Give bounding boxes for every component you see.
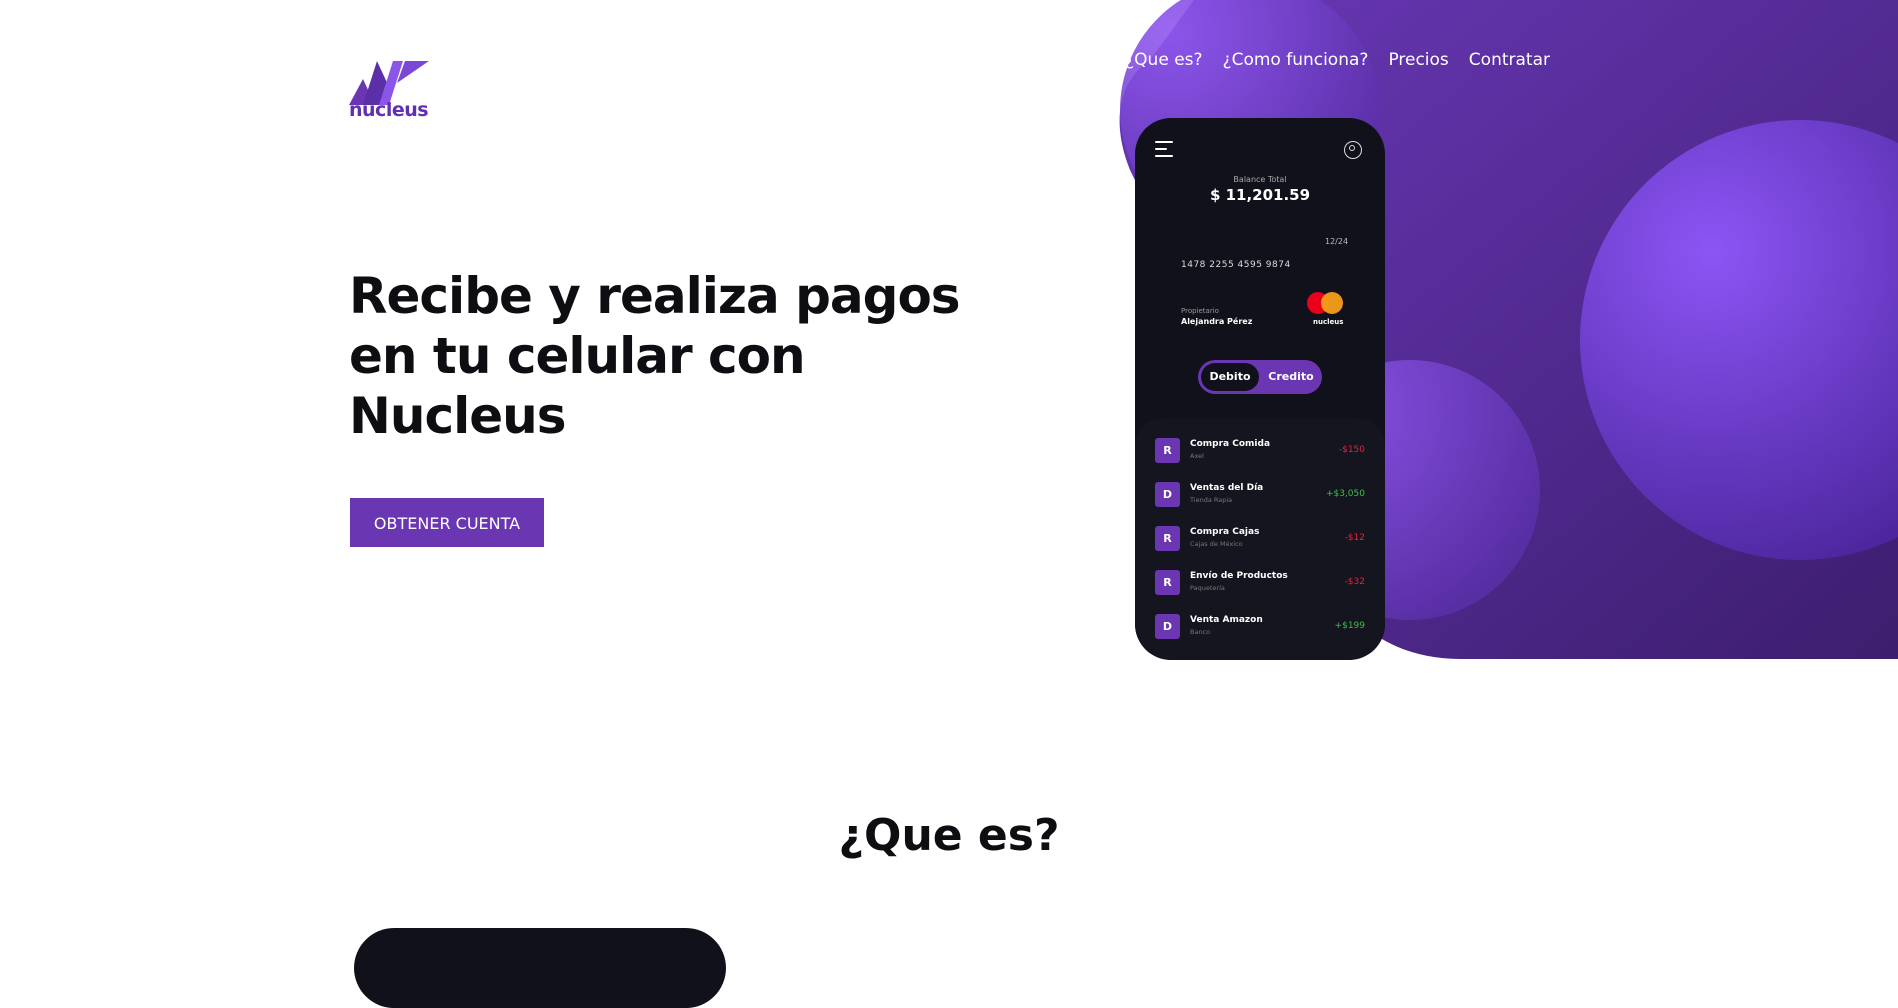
nav-link-como-funciona[interactable]: ¿Como funciona? [1223, 50, 1369, 70]
transaction-badge: R [1155, 526, 1180, 551]
hero-title-line: Nucleus [349, 387, 566, 445]
list-item: D Venta Amazon Banco +$199 [1155, 614, 1365, 640]
transaction-name: Envío de Productos [1190, 571, 1288, 581]
main-nav: ¿Que es? ¿Como funciona? Precios Contrat… [1125, 50, 1550, 70]
nav-link-que-es[interactable]: ¿Que es? [1125, 50, 1202, 70]
card-brand: nucleus [1313, 318, 1344, 326]
nav-link-contratar[interactable]: Contratar [1469, 50, 1550, 70]
balance-label: Balance Total [1233, 175, 1287, 184]
transaction-name: Compra Comida [1190, 439, 1271, 449]
transaction-sub: Axel [1190, 452, 1204, 460]
list-item: R Compra Cajas Cajas de México -$12 [1155, 526, 1365, 552]
transaction-amount: -$150 [1338, 445, 1365, 455]
toggle-debito: Debito [1201, 363, 1259, 391]
section-title: ¿Que es? [838, 810, 1060, 861]
transaction-sub: Banco [1190, 628, 1211, 636]
transaction-name: Ventas del Día [1190, 483, 1264, 493]
transaction-badge: D [1155, 482, 1180, 507]
transaction-sub: Tienda Rapia [1190, 496, 1233, 504]
list-item: D Ventas del Día Tienda Rapia +$3,050 [1155, 482, 1365, 508]
section-card [354, 928, 726, 1008]
transaction-amount: +$199 [1334, 621, 1365, 631]
get-account-button[interactable]: OBTENER CUENTA [350, 498, 544, 547]
nav-link-precios[interactable]: Precios [1388, 50, 1448, 70]
hero-title-line: en tu celular con [349, 327, 806, 385]
card-owner: Alejandra Pérez [1181, 317, 1253, 326]
card-number: 1478 2255 4595 9874 [1181, 260, 1291, 270]
user-icon [1344, 141, 1362, 159]
mastercard-icon [1307, 292, 1345, 316]
transaction-list: R Compra Comida Axel -$150 D Ventas del … [1135, 418, 1385, 660]
transaction-badge: R [1155, 570, 1180, 595]
list-item: R Compra Comida Axel -$150 [1155, 438, 1365, 464]
card-type-toggle: Debito Credito [1198, 360, 1322, 394]
transaction-name: Compra Cajas [1190, 527, 1260, 537]
transaction-name: Venta Amazon [1190, 615, 1263, 625]
balance-value: $ 11,201.59 [1209, 186, 1311, 204]
transaction-badge: R [1155, 438, 1180, 463]
menu-icon [1155, 141, 1173, 157]
phone-mockup: Balance Total $ 11,201.59 12/24 1478 225… [1135, 118, 1385, 660]
card-expiry: 12/24 [1325, 237, 1349, 246]
hero-title: Recibe y realiza pagos en tu celular con… [349, 266, 969, 446]
transaction-badge: D [1155, 614, 1180, 639]
transaction-amount: +$3,050 [1325, 489, 1365, 499]
transaction-amount: -$32 [1344, 577, 1365, 587]
card-owner-label: Propietario [1181, 307, 1219, 315]
toggle-credito: Credito [1268, 370, 1314, 383]
transaction-sub: Paquetería [1190, 584, 1225, 592]
transaction-amount: -$12 [1344, 533, 1365, 543]
transaction-sub: Cajas de México [1190, 540, 1243, 548]
list-item: R Envío de Productos Paquetería -$32 [1155, 570, 1365, 596]
brand-name: nucleus [349, 99, 429, 121]
hero-title-line: Recibe y realiza pagos [349, 267, 961, 325]
